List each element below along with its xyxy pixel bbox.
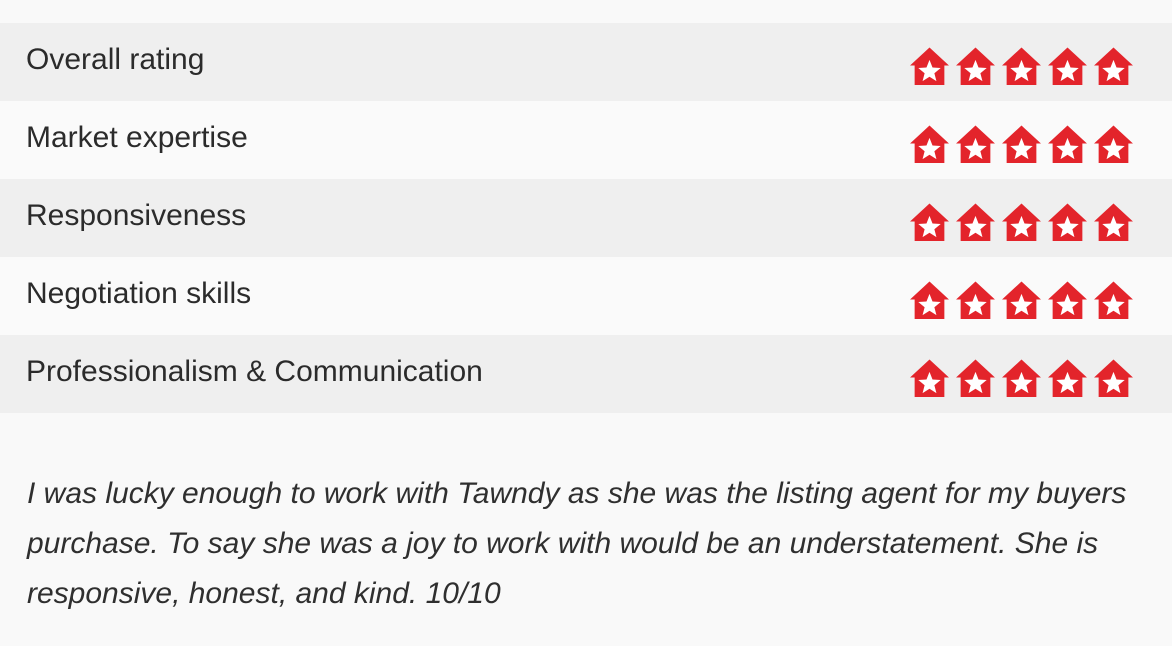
rating-label: Responsiveness <box>26 199 247 232</box>
star-rating <box>909 202 1134 243</box>
rating-label: Market expertise <box>26 121 248 154</box>
house-star-icon <box>1094 281 1133 319</box>
rating-label: Professionalism & Communication <box>26 355 483 388</box>
house-star-icon <box>910 203 949 241</box>
star-rating <box>909 358 1134 399</box>
house-star-icon <box>1002 47 1041 85</box>
house-star-icon <box>1002 281 1041 319</box>
rating-row-overall: Overall rating <box>0 23 1172 101</box>
rating-label: Negotiation skills <box>26 277 252 310</box>
rating-row-market-expertise: Market expertise <box>0 101 1172 179</box>
house-star-icon <box>910 359 949 397</box>
house-star-icon <box>956 281 995 319</box>
star-rating <box>909 280 1134 321</box>
house-star-icon <box>1094 359 1133 397</box>
rating-row-responsiveness: Responsiveness <box>0 179 1172 257</box>
house-star-icon <box>1048 125 1087 163</box>
star-rating <box>909 46 1134 87</box>
house-star-icon <box>1002 125 1041 163</box>
house-star-icon <box>1094 203 1133 241</box>
house-star-icon <box>1048 281 1087 319</box>
rating-row-professionalism: Professionalism & Communication <box>0 335 1172 413</box>
house-star-icon <box>956 359 995 397</box>
rating-row-negotiation-skills: Negotiation skills <box>0 257 1172 335</box>
house-star-icon <box>910 125 949 163</box>
house-star-icon <box>956 203 995 241</box>
house-star-icon <box>956 125 995 163</box>
house-star-icon <box>1094 47 1133 85</box>
ratings-table: Overall rating Market expertise Responsi… <box>0 23 1172 413</box>
house-star-icon <box>956 47 995 85</box>
review-text: I was lucky enough to work with Tawndy a… <box>27 477 1127 610</box>
rating-label: Overall rating <box>26 43 205 76</box>
house-star-icon <box>1002 203 1041 241</box>
house-star-icon <box>910 47 949 85</box>
house-star-icon <box>1002 359 1041 397</box>
star-rating <box>909 124 1134 165</box>
house-star-icon <box>1048 47 1087 85</box>
house-star-icon <box>1048 359 1087 397</box>
house-star-icon <box>1048 203 1087 241</box>
house-star-icon <box>910 281 949 319</box>
house-star-icon <box>1094 125 1133 163</box>
